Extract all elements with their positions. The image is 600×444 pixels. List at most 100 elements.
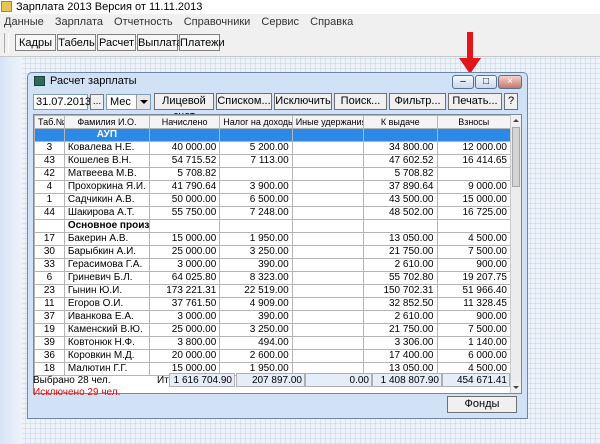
cell-other-deductions <box>291 284 365 298</box>
date-picker-button[interactable]: ... <box>90 94 104 110</box>
cell-other-deductions <box>291 310 365 324</box>
cell-other-deductions <box>291 193 365 207</box>
table-row[interactable]: 19 Каменский В.Ю. 25 000.00 3 250.00 21 750.… <box>34 323 511 337</box>
timesheet-button[interactable]: Табель <box>57 34 96 51</box>
table-row[interactable]: 44 Шакирова А.Т. 55 750.00 7 248.00 48 502.0… <box>34 206 511 220</box>
cell-tab-number: 39 <box>34 336 65 350</box>
exclude-button[interactable]: Исключить <box>274 93 332 110</box>
close-button[interactable]: × <box>498 75 522 89</box>
cell-income-tax: 22 519.00 <box>219 284 293 298</box>
table-row[interactable]: 11 Егоров О.И. 37 761.50 4 909.00 32 852.50 1… <box>34 297 511 311</box>
table-row[interactable]: 17 Бакерин А.В. 15 000.00 1 950.00 13 050.00… <box>34 232 511 246</box>
menu-service[interactable]: Сервис <box>257 14 303 30</box>
cell-tab-number: 3 <box>34 141 65 155</box>
cell-employee-name: Бакерин А.В. <box>63 232 151 246</box>
maximize-button[interactable]: □ <box>475 75 497 89</box>
payout-button[interactable]: Выплата <box>137 34 183 51</box>
cell-other-deductions <box>291 245 365 259</box>
cell-payout: 43 500.00 <box>363 193 438 207</box>
cell-payout: 21 750.00 <box>363 323 438 337</box>
group-cell-blank <box>148 219 221 233</box>
cell-accrued: 5 708.82 <box>148 167 221 181</box>
cell-employee-name: Матвеева М.В. <box>63 167 151 181</box>
cell-payout: 150 702.31 <box>363 284 438 298</box>
col-header-other[interactable]: Иные удержания <box>291 115 365 129</box>
menu-bar: Данные Зарплата Отчетность Справочники С… <box>0 14 600 30</box>
cell-contributions: 900.00 <box>436 310 511 324</box>
menu-help[interactable]: Справка <box>306 14 357 30</box>
cell-other-deductions <box>291 271 365 285</box>
cell-tab-number: 42 <box>34 167 65 181</box>
col-header-tax[interactable]: Налог на доходы <box>219 115 293 129</box>
calculation-button[interactable]: Расчет <box>97 34 136 51</box>
col-header-name[interactable]: Фамилия И.О. <box>63 115 151 129</box>
table-row[interactable]: 36 Коровкин М.Д. 20 000.00 2 600.00 17 400.0… <box>34 349 511 363</box>
table-row[interactable]: 4 Прохоркина Я.И. 41 790.64 3 900.00 37 890.… <box>34 180 511 194</box>
scroll-up-icon[interactable] <box>511 115 521 126</box>
list-button[interactable]: Списком... <box>216 93 272 110</box>
col-header-payout[interactable]: К выдаче <box>363 115 438 129</box>
col-header-tab[interactable]: Таб.№ <box>34 115 65 129</box>
menu-data[interactable]: Данные <box>0 14 48 30</box>
cell-accrued: 54 715.52 <box>148 154 221 168</box>
salary-grid[interactable]: Таб.№ Фамилия И.О. Начислено Налог на до… <box>33 114 522 394</box>
table-row[interactable]: 6 Гриневич Б.Л. 64 025.80 8 323.00 55 702.80… <box>34 271 511 285</box>
menu-directories[interactable]: Справочники <box>180 14 255 30</box>
total-tax: 207 897.00 <box>251 375 302 386</box>
table-row[interactable]: 30 Барыбкин А.И. 25 000.00 3 250.00 21 750.0… <box>34 245 511 259</box>
cell-accrued: 25 000.00 <box>148 323 221 337</box>
table-row[interactable]: 33 Герасимова Г.А. 3 000.00 390.00 2 610.00 9… <box>34 258 511 272</box>
personal-account-button[interactable]: Лицевой счет <box>154 93 214 122</box>
table-row[interactable]: 39 Ковтонюк Н.Ф. 3 800.00 494.00 3 306.00 1 1… <box>34 336 511 350</box>
group-cell-blank <box>436 128 511 142</box>
table-row-group[interactable]: Основное производ <box>34 219 511 233</box>
help-button[interactable]: ? <box>504 93 518 110</box>
cell-tab-number: 36 <box>34 349 65 363</box>
cell-accrued: 20 000.00 <box>148 349 221 363</box>
cell-accrued: 173 221.31 <box>148 284 221 298</box>
table-row[interactable]: 42 Матвеева М.В. 5 708.82 5 708.82 <box>34 167 511 181</box>
cell-employee-name: Герасимова Г.А. <box>63 258 151 272</box>
table-row[interactable]: 43 Кошелев В.Н. 54 715.52 7 113.00 47 602.52… <box>34 154 511 168</box>
period-select[interactable]: Мес <box>106 94 151 110</box>
minimize-button[interactable]: – <box>452 75 474 89</box>
menu-reports[interactable]: Отчетность <box>110 14 177 30</box>
scroll-down-icon[interactable] <box>511 382 521 393</box>
toolbar-grip[interactable] <box>4 33 9 53</box>
cell-payout: 48 502.00 <box>363 206 438 220</box>
cell-employee-name: Садчикин А.В. <box>63 193 151 207</box>
cell-employee-name: Кошелев В.Н. <box>63 154 151 168</box>
funds-button[interactable]: Фонды <box>447 396 517 413</box>
table-row[interactable]: 23 Гынин Ю.И. 173 221.31 22 519.00 150 702.3… <box>34 284 511 298</box>
date-field[interactable]: 31.07.2013 <box>33 94 91 110</box>
filter-button[interactable]: Фильтр... <box>389 93 446 110</box>
cell-income-tax: 4 909.00 <box>219 297 293 311</box>
cell-contributions: 16 725.00 <box>436 206 511 220</box>
cell-income-tax <box>219 167 293 181</box>
cell-tab-number: 6 <box>34 271 65 285</box>
total-other: 0.00 <box>349 375 369 386</box>
cell-tab-number: 23 <box>34 284 65 298</box>
menu-salary[interactable]: Зарплата <box>51 14 107 30</box>
table-row-selected-group[interactable]: АУП <box>34 128 511 142</box>
vertical-scrollbar[interactable] <box>510 115 521 393</box>
table-row[interactable]: 1 Садчикин А.В. 50 000.00 6 500.00 43 500.00… <box>34 193 511 207</box>
cell-income-tax: 8 323.00 <box>219 271 293 285</box>
cell-payout: 2 610.00 <box>363 258 438 272</box>
cell-tab-number: 18 <box>34 362 65 376</box>
cell-tab-number: 44 <box>34 206 65 220</box>
print-button[interactable]: Печать... <box>448 93 502 110</box>
search-button[interactable]: Поиск... <box>334 93 387 110</box>
table-row[interactable]: 3 Ковалева Н.Е. 40 000.00 5 200.00 34 800.00… <box>34 141 511 155</box>
cell-payout: 34 800.00 <box>363 141 438 155</box>
cell-accrued: 64 025.80 <box>148 271 221 285</box>
group-cell-blank <box>436 219 511 233</box>
scroll-thumb[interactable] <box>512 127 520 187</box>
payments-button[interactable]: Платежи <box>179 34 225 51</box>
col-header-contrib[interactable]: Взносы <box>436 115 511 129</box>
table-row[interactable]: 37 Иванкова Е.А. 3 000.00 390.00 2 610.00 900… <box>34 310 511 324</box>
staff-button[interactable]: Кадры <box>15 34 56 51</box>
table-header-row: Таб.№ Фамилия И.О. Начислено Налог на до… <box>34 115 511 129</box>
col-header-accrued[interactable]: Начислено <box>148 115 221 129</box>
toolbar: Кадры Табель Расчет Выплата Платежи <box>0 30 600 57</box>
